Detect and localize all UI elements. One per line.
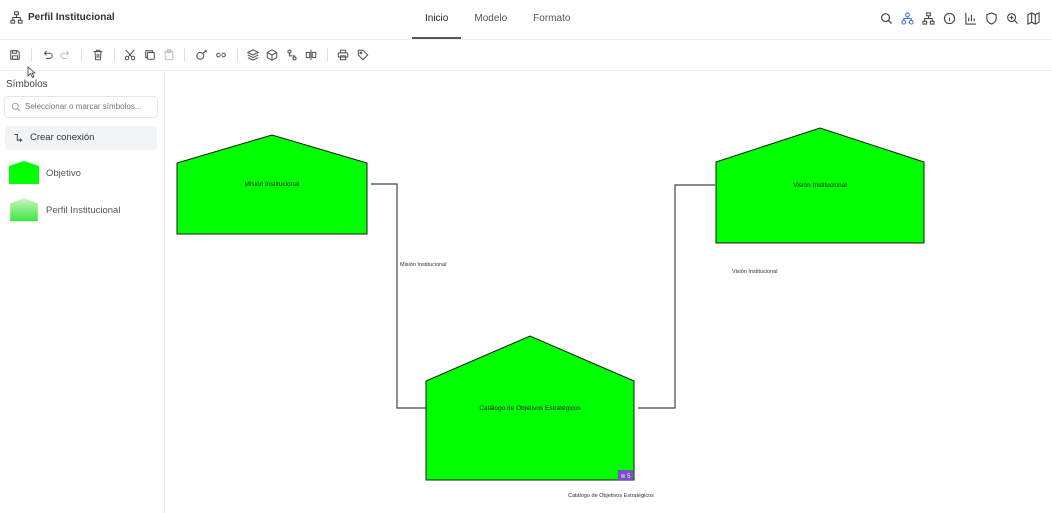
cube-icon[interactable] (266, 49, 278, 61)
node-mision-label: Misión Institucional (245, 181, 300, 188)
print-icon[interactable] (337, 49, 349, 61)
hierarchy-icon[interactable] (901, 12, 914, 25)
split-icon[interactable] (305, 49, 317, 61)
undo-icon[interactable] (41, 49, 53, 61)
zoom-in-icon[interactable] (1006, 12, 1019, 25)
layers-icon[interactable] (247, 49, 259, 61)
edge-label-mision: Misión Institucional (400, 262, 446, 268)
node-vision-label: Visión Institucional (793, 182, 847, 189)
symbol-search-input[interactable] (25, 99, 153, 113)
delete-icon[interactable] (92, 49, 104, 61)
tag-icon[interactable] (357, 49, 369, 61)
symbol-perfil-institucional[interactable]: Perfil Institucional (8, 198, 120, 222)
tab-inicio[interactable]: Inicio (412, 0, 462, 39)
objetivo-shape-icon (9, 161, 39, 184)
toolbar-divider (114, 48, 115, 62)
symbol-objetivo[interactable]: Objetivo (8, 161, 81, 185)
top-bar: Perfil Institucional Inicio Modelo Forma… (0, 0, 1052, 40)
tab-modelo[interactable]: Modelo (461, 0, 520, 38)
link-icon[interactable] (215, 49, 227, 61)
edge-label-vision: Visión Institucional (732, 269, 777, 275)
bar-chart-icon[interactable] (964, 12, 977, 25)
edge-label-catalogo: Catálogo de Objetivos Estratégicos (568, 493, 654, 499)
tree-icon[interactable] (922, 12, 935, 25)
toolbar-divider (327, 48, 328, 62)
toolbar (0, 40, 1052, 71)
symbol-perfil-institucional-label: Perfil Institucional (46, 204, 121, 216)
create-connection-label: Crear conexión (30, 132, 95, 143)
sidebar-title: Símbolos (6, 79, 48, 90)
shield-icon[interactable] (985, 12, 998, 25)
main-tabs: Inicio Modelo Formato (412, 0, 583, 39)
connector-vision[interactable] (638, 184, 715, 409)
search-icon (11, 102, 21, 112)
symbol-search[interactable] (4, 96, 158, 118)
node-catalogo-label: Catálogo de Objetivos Estratégicos (479, 405, 581, 412)
app-title: Perfil Institucional (10, 11, 115, 24)
hierarchy-icon (10, 11, 23, 24)
toolbar-divider (81, 48, 82, 62)
toolbar-divider (184, 48, 185, 62)
branch-icon[interactable] (286, 49, 298, 61)
redo-icon[interactable] (60, 49, 72, 61)
save-icon[interactable] (9, 49, 21, 61)
node-catalogo-objetivos[interactable]: Catálogo de Objetivos Estratégicos ≋ 5 (425, 335, 635, 481)
toolbar-divider (237, 48, 238, 62)
map-icon[interactable] (1027, 12, 1040, 25)
symbol-objetivo-label: Objetivo (46, 167, 81, 179)
connect-icon[interactable] (196, 49, 208, 61)
toolbar-divider (31, 48, 32, 62)
symbols-sidebar: Símbolos Crear conexión Objetivo Perfil … (0, 71, 165, 513)
copy-icon[interactable] (144, 49, 156, 61)
tab-formato[interactable]: Formato (520, 0, 583, 38)
perfil-institucional-shape-icon (10, 198, 38, 222)
app-title-text: Perfil Institucional (28, 12, 115, 23)
model-badge-label: ≋ 5 (620, 474, 631, 480)
mouse-cursor-icon (27, 66, 36, 78)
info-icon[interactable] (943, 12, 956, 25)
top-right-icons (880, 12, 1040, 25)
create-connection-button[interactable]: Crear conexión (5, 126, 157, 150)
diagram-canvas[interactable]: Misión Institucional Visión Instituciona… (165, 71, 1052, 513)
search-icon[interactable] (880, 12, 893, 25)
connection-icon (14, 133, 23, 142)
cut-icon[interactable] (124, 49, 136, 61)
node-mision-institucional[interactable]: Misión Institucional (176, 134, 368, 235)
paste-icon[interactable] (163, 49, 175, 61)
connector-mision[interactable] (371, 183, 426, 409)
node-vision-institucional[interactable]: Visión Institucional (715, 127, 925, 244)
